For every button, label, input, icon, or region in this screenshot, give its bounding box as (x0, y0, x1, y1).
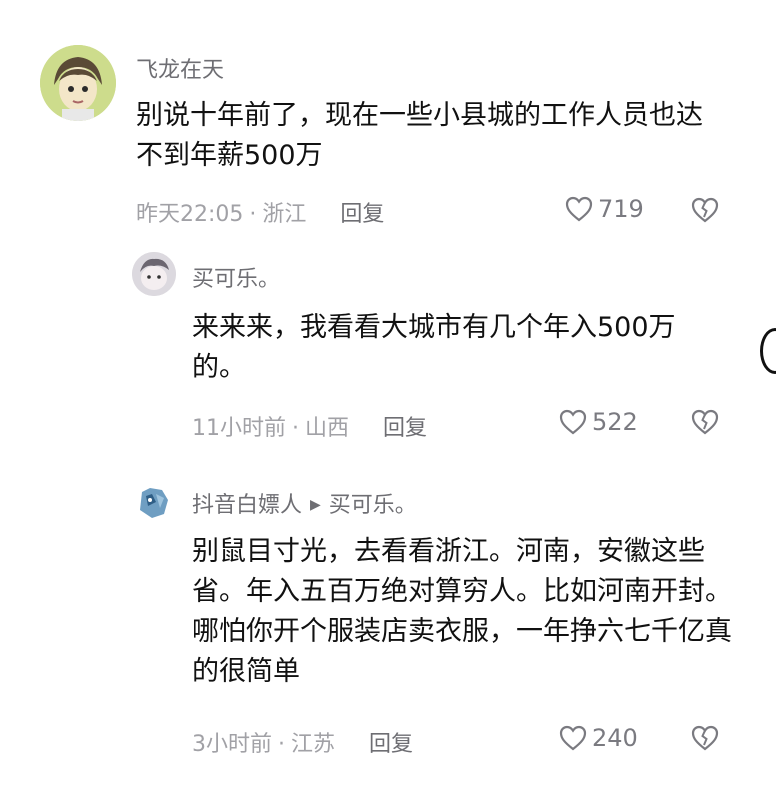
heart-outline-icon (565, 196, 593, 222)
comment-location: 山西 (305, 416, 350, 441)
reply-button[interactable]: 回复 (340, 202, 384, 227)
like-button[interactable]: 522 (558, 408, 638, 436)
separator-dot: · (278, 732, 285, 757)
separator-dot: · (292, 416, 299, 441)
like-button[interactable]: 240 (558, 724, 638, 752)
reply-to-username[interactable]: 买可乐。 (329, 493, 417, 518)
like-count: 522 (592, 408, 638, 436)
separator-dot: · (249, 202, 257, 227)
comment-text: 别说十年前了，现在一些小县城的工作人员也达不到年薪500万 (136, 100, 703, 171)
avatar[interactable] (40, 45, 116, 121)
comment-time: 3小时前 (192, 732, 272, 757)
comment-username[interactable]: 飞龙在天 (136, 52, 224, 84)
comment-meta: 3小时前 · 江苏 回复 (192, 726, 413, 758)
comment-text: 来来来，我看看大城市有几个年入500万的。 (192, 312, 676, 383)
like-button[interactable]: 719 (564, 195, 644, 223)
edge-bracket-decoration (760, 328, 776, 374)
comment-text: 别鼠目寸光，去看看浙江。河南，安徽这些省。年入五百万绝对算穷人。比如河南开封。哪… (192, 536, 732, 687)
like-count: 240 (592, 724, 638, 752)
reply-button[interactable]: 回复 (369, 732, 413, 757)
like-count: 719 (598, 195, 644, 223)
avatar[interactable] (132, 480, 176, 524)
heart-outline-icon (559, 409, 587, 435)
comment-location: 浙江 (262, 202, 307, 227)
comment-time: 昨天22:05 (136, 202, 244, 227)
comment-meta: 昨天22:05 · 浙江 回复 (136, 196, 384, 228)
comment-username[interactable]: 买可乐。 (192, 261, 280, 293)
triangle-right-icon: ▶ (310, 497, 321, 513)
comment-location: 江苏 (291, 732, 336, 757)
comment-username[interactable]: 抖音白嫖人 (192, 493, 302, 518)
dislike-button[interactable] (690, 724, 720, 756)
broken-heart-icon (691, 725, 719, 751)
comment-time: 11小时前 (192, 416, 286, 441)
dislike-button[interactable] (690, 196, 720, 228)
reply-button[interactable]: 回复 (383, 416, 427, 441)
comment-meta: 11小时前 · 山西 回复 (192, 410, 427, 442)
broken-heart-icon (691, 409, 719, 435)
reply-header: 抖音白嫖人 ▶ 买可乐。 (192, 487, 417, 519)
heart-outline-icon (559, 725, 587, 751)
avatar[interactable] (132, 252, 176, 296)
broken-heart-icon (691, 197, 719, 223)
dislike-button[interactable] (690, 408, 720, 440)
